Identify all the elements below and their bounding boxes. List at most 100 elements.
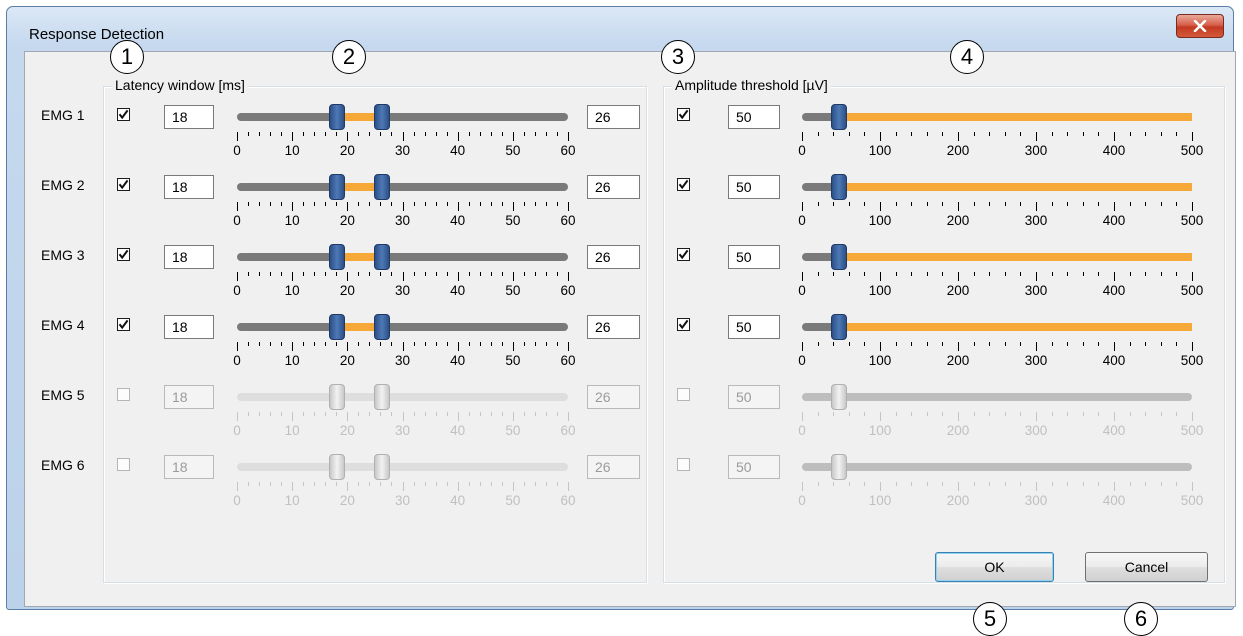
channel-enable-checkbox[interactable] (117, 108, 130, 121)
latency-slider-track[interactable] (237, 113, 568, 121)
scale-tick (303, 412, 305, 416)
latency-max-thumb[interactable] (374, 454, 391, 480)
latency-max-field[interactable]: 26 (587, 455, 640, 479)
amplitude-scale-label: 0 (798, 213, 806, 228)
latency-scale-label: 10 (284, 423, 300, 438)
ok-button[interactable]: OK (935, 552, 1054, 582)
scale-tick (435, 272, 437, 276)
latency-max-thumb[interactable] (374, 314, 391, 340)
scale-tick (281, 272, 283, 276)
latency-min-thumb[interactable] (329, 454, 346, 480)
amplitude-field[interactable]: 50 (728, 245, 780, 269)
channel-enable-checkbox[interactable] (117, 318, 130, 331)
latency-min-thumb[interactable] (329, 384, 346, 410)
latency-slider-track[interactable] (237, 323, 568, 331)
amplitude-above-threshold (841, 113, 1192, 121)
latency-min-field[interactable]: 18 (164, 385, 214, 409)
latency-max-field[interactable]: 26 (587, 105, 640, 129)
scale-tick (347, 342, 349, 351)
amplitude-enable-checkbox[interactable] (677, 388, 690, 401)
latency-min-thumb[interactable] (329, 244, 346, 270)
latency-max-field[interactable]: 26 (587, 175, 640, 199)
scale-tick (248, 342, 250, 346)
latency-min-field[interactable]: 18 (164, 105, 214, 129)
scale-tick (534, 482, 536, 486)
latency-slider-track[interactable] (237, 463, 568, 471)
scale-tick (391, 272, 393, 276)
latency-max-field[interactable]: 26 (587, 385, 640, 409)
latency-min-field[interactable]: 18 (164, 175, 214, 199)
scale-tick (402, 202, 404, 211)
latency-max-thumb[interactable] (374, 244, 391, 270)
channel-enable-checkbox[interactable] (117, 248, 130, 261)
amplitude-thumb[interactable] (831, 314, 847, 340)
latency-scale-label: 40 (450, 353, 466, 368)
amplitude-enable-checkbox[interactable] (677, 458, 690, 471)
channel-enable-checkbox[interactable] (117, 458, 130, 471)
latency-max-field[interactable]: 26 (587, 315, 640, 339)
scale-tick (534, 412, 536, 416)
amplitude-field[interactable]: 50 (728, 315, 780, 339)
latency-slider-track[interactable] (237, 393, 568, 401)
latency-min-thumb[interactable] (329, 314, 346, 340)
amplitude-field[interactable]: 50 (728, 385, 780, 409)
scale-tick (1098, 202, 1100, 206)
amplitude-enable-checkbox[interactable] (677, 108, 690, 121)
scale-tick (1082, 202, 1084, 206)
channel-enable-checkbox[interactable] (117, 178, 130, 191)
latency-min-thumb[interactable] (329, 104, 346, 130)
close-button[interactable] (1176, 14, 1224, 38)
channel-enable-checkbox[interactable] (117, 388, 130, 401)
scale-tick (880, 412, 881, 421)
amplitude-thumb[interactable] (831, 454, 847, 480)
scale-tick (1067, 272, 1069, 276)
scale-tick (457, 482, 459, 491)
scale-tick (270, 412, 272, 416)
scale-tick (1051, 412, 1053, 416)
amplitude-field[interactable]: 50 (728, 105, 780, 129)
scale-tick (479, 272, 481, 276)
latency-min-field[interactable]: 18 (164, 455, 214, 479)
amplitude-enable-checkbox[interactable] (677, 178, 690, 191)
amplitude-enable-checkbox[interactable] (677, 318, 690, 331)
amplitude-scale-label: 300 (1024, 423, 1048, 438)
scale-tick (336, 272, 338, 276)
scale-tick (336, 202, 338, 206)
amplitude-thumb[interactable] (831, 384, 847, 410)
latency-max-field[interactable]: 26 (587, 245, 640, 269)
latency-scale-label: 10 (284, 493, 300, 508)
amplitude-scale-label: 200 (946, 493, 970, 508)
scale-tick (880, 272, 881, 281)
latency-min-field[interactable]: 18 (164, 245, 214, 269)
cancel-button[interactable]: Cancel (1085, 552, 1208, 582)
scale-tick (568, 272, 569, 281)
scale-tick (545, 342, 547, 346)
amplitude-field[interactable]: 50 (728, 455, 780, 479)
latency-min-thumb[interactable] (329, 174, 346, 200)
latency-scale-label: 30 (394, 143, 411, 158)
latency-slider-track[interactable] (237, 253, 568, 261)
scale-tick (1145, 202, 1147, 206)
amplitude-thumb[interactable] (831, 244, 847, 270)
scale-tick (864, 412, 866, 416)
latency-slider-track[interactable] (237, 183, 568, 191)
amplitude-enable-checkbox[interactable] (677, 248, 690, 261)
scale-tick (833, 272, 835, 276)
amplitude-scale-label: 100 (868, 283, 892, 298)
latency-max-thumb[interactable] (374, 384, 391, 410)
amplitude-slider-track[interactable] (802, 463, 1192, 471)
scale-tick (501, 342, 503, 346)
scale-tick (1020, 132, 1022, 136)
scale-tick (1192, 272, 1193, 281)
scale-tick (402, 342, 404, 351)
latency-max-thumb[interactable] (374, 174, 391, 200)
amplitude-field[interactable]: 50 (728, 175, 780, 199)
amplitude-thumb[interactable] (831, 174, 847, 200)
latency-min-field[interactable]: 18 (164, 315, 214, 339)
amplitude-thumb[interactable] (831, 104, 847, 130)
scale-tick (1036, 412, 1037, 421)
dialog-client-area: Latency window [ms] Amplitude threshold … (24, 51, 1236, 607)
scale-tick (973, 342, 975, 346)
latency-max-thumb[interactable] (374, 104, 391, 130)
amplitude-slider-track[interactable] (802, 393, 1192, 401)
